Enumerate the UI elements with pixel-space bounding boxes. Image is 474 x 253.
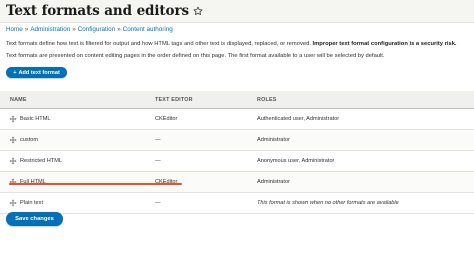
description-line-1: Text formats define how text is filtered… <box>6 41 457 47</box>
breadcrumb-separator: » <box>117 26 121 33</box>
add-text-format-label: Add text format <box>18 69 60 76</box>
roles-cell: This format is shown when no other forma… <box>257 192 474 214</box>
column-header-roles: ROLES <box>257 91 474 109</box>
format-name-cell: Full HTML <box>0 171 155 193</box>
text-editor-cell: — <box>155 129 257 151</box>
text-editor-cell: — <box>155 192 257 214</box>
format-name: Restricted HTML <box>20 158 62 164</box>
table-row: Basic HTML CKEditor Authenticated user, … <box>0 108 474 130</box>
table-row: Restricted HTML — Anonymous user, Admini… <box>0 150 474 172</box>
roles-cell: Administrator <box>257 129 474 151</box>
column-header-editor: TEXT EDITOR <box>155 91 257 109</box>
table-row: Plain text — This format is shown when n… <box>0 192 474 214</box>
breadcrumb-administration[interactable]: Administration <box>30 26 70 33</box>
roles-cell: Administrator <box>257 171 474 193</box>
drag-handle-icon[interactable] <box>9 136 17 144</box>
roles-cell: Anonymous user, Administrator <box>257 150 474 172</box>
page-title: Text formats and editors <box>6 3 189 19</box>
security-warning: Improper text format configuration is a … <box>312 41 457 47</box>
column-header-name: NAME <box>0 91 155 109</box>
format-name-cell: Basic HTML <box>0 108 155 130</box>
table-row: custom — Administrator <box>0 129 474 151</box>
description-text: Text formats define how text is filtered… <box>6 41 311 47</box>
drag-handle-icon[interactable] <box>9 157 17 165</box>
format-name-cell: Plain text <box>0 192 155 214</box>
text-formats-table: NAME TEXT EDITOR ROLES Basic HTML CKEdit… <box>0 91 474 214</box>
table-header-row: NAME TEXT EDITOR ROLES <box>0 91 474 109</box>
drag-handle-icon[interactable] <box>9 199 17 207</box>
text-editor-cell: CKEditor <box>155 108 257 130</box>
highlight-underline <box>9 183 182 185</box>
breadcrumb: Home» Administration» Configuration» Conten… <box>6 26 173 33</box>
add-text-format-button[interactable]: + Add text format <box>6 67 67 78</box>
format-name: custom <box>20 137 39 143</box>
breadcrumb-home[interactable]: Home <box>6 26 23 33</box>
text-editor-cell: CKEditor <box>155 171 257 193</box>
breadcrumb-separator: » <box>72 26 76 33</box>
description-line-2: Text formats are presented on content ed… <box>6 53 385 59</box>
format-name-cell: custom <box>0 129 155 151</box>
format-name-cell: Restricted HTML <box>0 150 155 172</box>
format-name: Plain text <box>20 200 44 206</box>
plus-icon: + <box>13 69 17 76</box>
roles-cell: Authenticated user, Administrator <box>257 108 474 130</box>
breadcrumb-configuration[interactable]: Configuration <box>78 26 115 33</box>
breadcrumb-content-authoring[interactable]: Content authoring <box>123 26 173 33</box>
format-name: Basic HTML <box>20 116 51 122</box>
save-changes-button[interactable]: Save changes <box>6 212 63 226</box>
title-bar: Text formats and editors <box>0 0 474 23</box>
table-row: Full HTML CKEditor Administrator <box>0 171 474 193</box>
drag-handle-icon[interactable] <box>9 115 17 123</box>
text-editor-cell: — <box>155 150 257 172</box>
star-icon[interactable] <box>193 6 203 16</box>
